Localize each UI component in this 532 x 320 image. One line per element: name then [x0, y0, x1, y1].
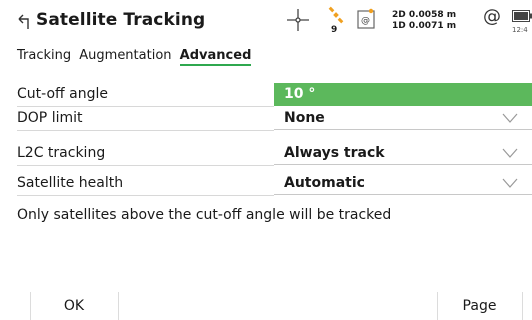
- back-icon[interactable]: [17, 14, 31, 30]
- dop-limit-row: DOP limit None: [0, 107, 532, 131]
- tab-augmentation[interactable]: Augmentation: [79, 48, 171, 63]
- clock: 12:4: [512, 26, 528, 34]
- cutoff-angle-row: Cut-off angle 10 °: [0, 83, 532, 107]
- precision-1d: 1D 0.0071 m: [392, 21, 457, 31]
- satellite-health-label: Satellite health: [17, 175, 124, 191]
- dop-limit-select[interactable]: None: [274, 107, 532, 130]
- page-title: Satellite Tracking: [36, 10, 206, 30]
- l2c-tracking-select[interactable]: Always track: [274, 142, 532, 165]
- satellite-health-value: Automatic: [284, 175, 365, 191]
- dop-limit-label: DOP limit: [17, 110, 83, 126]
- cutoff-angle-label: Cut-off angle: [17, 86, 108, 102]
- softkey-bar: OK Page: [0, 292, 532, 320]
- crosshair-icon[interactable]: [286, 8, 310, 32]
- satellite-icon[interactable]: [327, 6, 345, 24]
- l2c-tracking-value: Always track: [284, 145, 385, 161]
- chevron-down-icon: [502, 148, 518, 158]
- l2c-tracking-row: L2C tracking Always track: [0, 142, 532, 166]
- svg-text:@: @: [361, 16, 370, 26]
- dop-limit-value: None: [284, 110, 325, 126]
- satellite-health-select[interactable]: Automatic: [274, 172, 532, 195]
- title-bar: Satellite Tracking 9 @ 2D 0.0058 m 1D 0.…: [0, 0, 532, 42]
- divider: [17, 165, 274, 166]
- satellite-count: 9: [331, 25, 338, 35]
- info-message: Only satellites above the cut-off angle …: [17, 207, 392, 223]
- softkey-divider: [522, 292, 523, 320]
- tab-bar: Tracking Augmentation Advanced: [17, 48, 255, 66]
- page-button[interactable]: Page: [437, 292, 522, 320]
- position-fix-icon[interactable]: @: [357, 8, 375, 30]
- tab-advanced[interactable]: Advanced: [179, 48, 252, 66]
- connection-at-icon[interactable]: @: [483, 6, 501, 27]
- divider: [17, 195, 274, 196]
- softkey-divider: [118, 292, 119, 320]
- cutoff-angle-value: 10 °: [284, 86, 316, 102]
- divider: [17, 130, 274, 131]
- l2c-tracking-label: L2C tracking: [17, 145, 106, 161]
- precision-2d: 2D 0.0058 m: [392, 10, 457, 20]
- ok-button[interactable]: OK: [30, 292, 118, 320]
- battery-icon[interactable]: [512, 10, 532, 22]
- cutoff-angle-field[interactable]: 10 °: [274, 83, 532, 106]
- chevron-down-icon: [502, 178, 518, 188]
- tab-tracking[interactable]: Tracking: [17, 48, 71, 63]
- chevron-down-icon: [502, 113, 518, 123]
- satellite-health-row: Satellite health Automatic: [0, 172, 532, 196]
